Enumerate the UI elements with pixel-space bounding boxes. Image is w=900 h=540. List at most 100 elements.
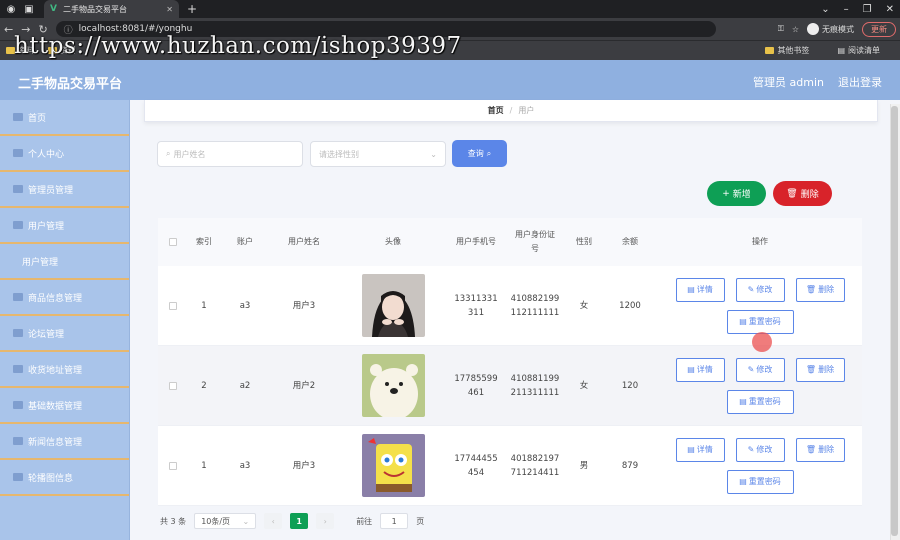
close-window-icon[interactable]: ✕ xyxy=(886,4,894,15)
document-icon: ▤ xyxy=(687,444,695,454)
detail-button[interactable]: ▤ 详情 xyxy=(675,277,725,302)
star-icon[interactable]: ☆ xyxy=(792,25,799,34)
user-table: 索引 账户 用户姓名 头像 用户手机号 用户身份证号 性别 余额 操作 1 a3… xyxy=(158,218,862,506)
reset-password-button[interactable]: ▤ 重置密码 xyxy=(726,469,794,494)
tab-favicon-icon[interactable]: ▣ xyxy=(22,2,36,16)
new-tab-icon[interactable]: + xyxy=(187,2,197,16)
page-size-select[interactable]: 10条/页 ⌄ xyxy=(194,513,257,529)
forum-icon xyxy=(13,329,23,337)
cell-phone: 17744455454 xyxy=(454,453,498,478)
trash-icon: 🗑 xyxy=(805,444,817,454)
cell-name: 用户3 xyxy=(292,300,316,311)
edit-button[interactable]: ✎ 修改 xyxy=(735,357,785,382)
add-button[interactable]: + 新增 xyxy=(707,181,766,206)
chevron-down-icon: ⌄ xyxy=(242,516,250,526)
page-number[interactable]: 1 xyxy=(290,513,309,529)
total-count: 共 3 条 xyxy=(160,516,187,526)
browser-tab[interactable]: V 二手物品交易平台 ✕ xyxy=(44,0,179,18)
minimize-icon[interactable]: – xyxy=(844,4,849,15)
logout-link[interactable]: 退出登录 xyxy=(838,74,882,90)
sidebar-item-goods[interactable]: 商品信息管理 xyxy=(0,280,129,316)
scrollbar-thumb[interactable] xyxy=(891,106,898,536)
header-account: 账户 xyxy=(237,237,253,246)
breadcrumb-separator: / xyxy=(509,106,513,115)
edit-button[interactable]: ✎ 修改 xyxy=(735,437,785,462)
sidebar-item-profile[interactable]: 个人中心 xyxy=(0,136,129,172)
gender-select[interactable]: 请选择性别 ⌄ xyxy=(310,141,446,167)
batch-delete-button[interactable]: 🗑 删除 xyxy=(773,181,832,206)
sidebar-subitem-users[interactable]: 用户管理 xyxy=(0,244,129,280)
sidebar-item-basedata[interactable]: 基础数据管理 xyxy=(0,388,129,424)
select-all-checkbox[interactable] xyxy=(169,238,177,246)
pagination: 共 3 条 10条/页 ⌄ ‹ 1 › 前往 1 页 xyxy=(160,513,424,529)
plus-icon: + xyxy=(722,188,730,199)
cell-idcard: 410882199112111111 xyxy=(510,293,560,318)
goto-page-input[interactable]: 1 xyxy=(380,513,409,529)
cell-gender: 女 xyxy=(579,300,589,311)
goto-label: 前往 xyxy=(356,516,373,526)
other-bookmarks[interactable]: 其他书签 xyxy=(765,45,809,56)
delete-button[interactable]: 🗑 删除 xyxy=(795,357,845,382)
sidebar-item-home[interactable]: 首页 xyxy=(0,100,129,136)
home-icon xyxy=(13,113,23,121)
cell-phone: 17785599461 xyxy=(454,373,498,398)
delete-button[interactable]: 🗑 删除 xyxy=(795,277,845,302)
address-icon xyxy=(13,365,23,373)
reset-password-button[interactable]: ▤ 重置密码 xyxy=(726,309,794,334)
header-gender: 性别 xyxy=(576,237,592,246)
cell-index: 2 xyxy=(201,380,207,391)
reading-list-icon: ▤ xyxy=(837,46,845,55)
document-icon: ▤ xyxy=(739,476,747,486)
name-search-input[interactable]: ⌕ 用户姓名 xyxy=(157,141,303,167)
edit-icon: ✎ xyxy=(747,364,755,374)
detail-button[interactable]: ▤ 详情 xyxy=(675,357,725,382)
cell-idcard: 401882197711214411 xyxy=(510,453,560,478)
avatar xyxy=(361,274,425,337)
sidebar-item-admins[interactable]: 管理员管理 xyxy=(0,172,129,208)
sidebar-item-address[interactable]: 收货地址管理 xyxy=(0,352,129,388)
prev-page-button[interactable]: ‹ xyxy=(264,513,283,529)
header-balance: 余额 xyxy=(622,237,638,246)
app-title: 二手物品交易平台 xyxy=(18,76,123,92)
search-icon: ⌕ xyxy=(486,148,492,158)
sidebar-item-news[interactable]: 新闻信息管理 xyxy=(0,424,129,460)
key-icon[interactable]: ⚿ xyxy=(778,24,784,34)
chevron-down-icon[interactable]: ⌄ xyxy=(821,4,829,15)
sidebar-item-users[interactable]: 用户管理 xyxy=(0,208,129,244)
cell-name: 用户2 xyxy=(292,380,316,391)
reset-password-button[interactable]: ▤ 重置密码 xyxy=(726,389,794,414)
breadcrumb: 首页 / 用户 xyxy=(144,100,878,122)
tab-close-icon[interactable]: ✕ xyxy=(166,5,173,14)
back-icon[interactable]: ← xyxy=(4,23,13,36)
edit-icon: ✎ xyxy=(747,284,755,294)
next-page-button[interactable]: › xyxy=(316,513,335,529)
maximize-icon[interactable]: ❐ xyxy=(863,4,872,15)
row-checkbox[interactable] xyxy=(169,301,177,310)
vue-logo-icon: V xyxy=(50,4,57,14)
reading-list[interactable]: ▤ 阅读清单 xyxy=(837,45,880,56)
edit-button[interactable]: ✎ 修改 xyxy=(735,277,785,302)
update-button[interactable]: 更新 xyxy=(862,21,896,37)
incognito-indicator[interactable]: 无痕模式 xyxy=(807,23,854,35)
news-icon xyxy=(13,437,23,445)
query-button[interactable]: 查询 ⌕ xyxy=(452,140,507,167)
edit-icon: ✎ xyxy=(747,444,755,454)
delete-button[interactable]: 🗑 删除 xyxy=(795,437,845,462)
row-checkbox[interactable] xyxy=(169,381,177,390)
chrome-globe-icon[interactable]: ◉ xyxy=(4,2,18,16)
sidebar-item-forum[interactable]: 论坛管理 xyxy=(0,316,129,352)
cell-idcard: 410881199211311111 xyxy=(510,373,560,398)
table-row: 1 a3 用户3 17744455454 401882197711214411 xyxy=(158,426,862,506)
trash-icon: 🗑 xyxy=(786,188,798,199)
breadcrumb-home[interactable]: 首页 xyxy=(488,105,504,116)
document-icon: ▤ xyxy=(739,316,747,326)
cell-gender: 男 xyxy=(579,460,589,471)
header-actions: 操作 xyxy=(752,237,768,246)
table-header: 索引 账户 用户姓名 头像 用户手机号 用户身份证号 性别 余额 操作 xyxy=(158,218,862,266)
sidebar-item-carousel[interactable]: 轮播图信息 xyxy=(0,460,129,496)
row-checkbox[interactable] xyxy=(169,461,177,470)
header-index: 索引 xyxy=(196,237,212,246)
cell-account: a3 xyxy=(239,460,251,471)
cell-name: 用户3 xyxy=(292,460,316,471)
detail-button[interactable]: ▤ 详情 xyxy=(675,437,725,462)
